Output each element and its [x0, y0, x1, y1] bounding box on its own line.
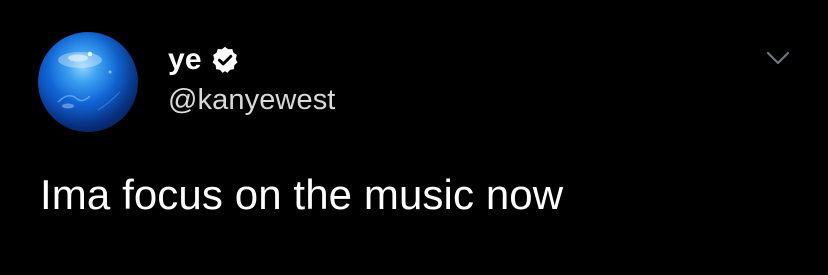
display-name[interactable]: ye [168, 40, 202, 80]
author-handle[interactable]: @kanyewest [168, 82, 335, 118]
chevron-down-icon[interactable] [758, 44, 798, 74]
avatar-image [57, 51, 121, 111]
avatar[interactable] [38, 32, 138, 132]
author-name-row[interactable]: ye [168, 40, 240, 80]
tweet-card[interactable]: ye @kanyewest Ima focus on the music now [0, 0, 828, 275]
tweet-text: Ima focus on the music now [40, 171, 564, 218]
verified-badge-icon [210, 45, 240, 75]
